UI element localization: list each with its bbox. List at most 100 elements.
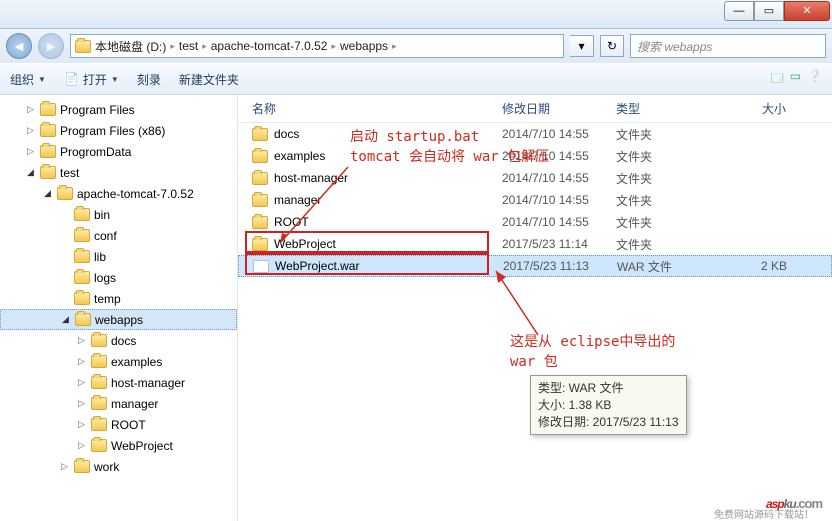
folder-icon xyxy=(57,187,73,200)
file-row[interactable]: ROOT2014/7/10 14:55文件夹 xyxy=(238,211,832,233)
refresh-button[interactable]: ↻ xyxy=(600,35,624,57)
tree-item-test[interactable]: ◢ test xyxy=(0,162,237,183)
annotation-box-webproject-folder xyxy=(245,231,489,253)
tree-label: Program Files (x86) xyxy=(60,124,165,138)
col-type[interactable]: 类型 xyxy=(616,100,724,117)
col-date[interactable]: 修改日期 xyxy=(502,100,616,117)
search-input[interactable]: 搜索 webapps xyxy=(630,34,826,58)
tree-expand-icon[interactable]: ▷ xyxy=(25,125,36,136)
tree-expand-icon[interactable] xyxy=(59,272,70,283)
folder-icon xyxy=(74,250,90,263)
tree-expand-icon[interactable]: ▷ xyxy=(76,398,87,409)
tree-expand-icon[interactable] xyxy=(59,251,70,262)
file-row[interactable]: manager2014/7/10 14:55文件夹 xyxy=(238,189,832,211)
file-type: 文件夹 xyxy=(616,126,724,143)
folder-icon xyxy=(252,172,268,185)
breadcrumb-webapps[interactable]: webapps▸ xyxy=(340,39,397,53)
tree-label: docs xyxy=(111,334,136,348)
tree-expand-icon[interactable]: ◢ xyxy=(25,167,36,178)
tree-expand-icon[interactable]: ▷ xyxy=(76,356,87,367)
folder-icon xyxy=(40,166,56,179)
address-bar[interactable]: 本地磁盘 (D:)▸ test▸ apache-tomcat-7.0.52▸ w… xyxy=(70,34,564,58)
tree-item-webproject[interactable]: ▷WebProject xyxy=(0,435,237,456)
help-button[interactable]: ❔ xyxy=(807,69,822,90)
tree-item-webapps[interactable]: ◢webapps xyxy=(0,309,237,330)
tree-label: bin xyxy=(94,208,110,222)
folder-tree[interactable]: ▷ Program Files ▷ Program Files (x86) ▷ Progr… xyxy=(0,95,238,521)
folder-icon xyxy=(252,150,268,163)
annotation-box-webproject-war xyxy=(245,253,489,275)
nav-back-button[interactable]: ◄ xyxy=(6,33,32,59)
tree-item-apache-tomcat-7-0-52[interactable]: ◢ apache-tomcat-7.0.52 xyxy=(0,183,237,204)
titlebar: — ▭ ✕ xyxy=(0,0,832,29)
folder-icon xyxy=(74,460,90,473)
tree-item-lib[interactable]: lib xyxy=(0,246,237,267)
tree-label: Program Files xyxy=(60,103,135,117)
breadcrumb-tomcat[interactable]: apache-tomcat-7.0.52▸ xyxy=(211,39,336,53)
tree-label: ProgromData xyxy=(60,145,131,159)
file-list-area: 名称 修改日期 类型 大小 docs2014/7/10 14:55文件夹exam… xyxy=(238,95,832,521)
column-headers[interactable]: 名称 修改日期 类型 大小 xyxy=(238,95,832,123)
tree-item-program-files-x86-[interactable]: ▷ Program Files (x86) xyxy=(0,120,237,141)
tree-expand-icon[interactable]: ▷ xyxy=(76,335,87,346)
tree-expand-icon[interactable]: ▷ xyxy=(25,146,36,157)
breadcrumb-test[interactable]: test▸ xyxy=(179,39,207,53)
tree-label: apache-tomcat-7.0.52 xyxy=(77,187,194,201)
window-maximize-button[interactable]: ▭ xyxy=(754,1,784,21)
tree-item-bin[interactable]: bin xyxy=(0,204,237,225)
burn-button[interactable]: 刻录 xyxy=(137,71,161,88)
tree-item-progromdata[interactable]: ▷ ProgromData xyxy=(0,141,237,162)
open-button[interactable]: 📄打开▼ xyxy=(64,71,119,88)
annotation-bottom-text: 这是从 eclipse中导出的 war 包 xyxy=(510,333,675,372)
window-close-button[interactable]: ✕ xyxy=(784,1,830,21)
tree-item-logs[interactable]: logs xyxy=(0,267,237,288)
tree-expand-icon[interactable]: ◢ xyxy=(42,188,53,199)
tooltip-type: 类型: WAR 文件 xyxy=(538,380,679,397)
file-type: 文件夹 xyxy=(616,192,724,209)
tree-expand-icon[interactable] xyxy=(59,293,70,304)
tree-item-examples[interactable]: ▷examples xyxy=(0,351,237,372)
nav-forward-button[interactable]: ► xyxy=(38,33,64,59)
preview-pane-button[interactable]: ▭ xyxy=(790,69,801,90)
folder-icon xyxy=(74,208,90,221)
tree-expand-icon[interactable]: ▷ xyxy=(76,419,87,430)
folder-icon xyxy=(75,313,91,326)
tree-expand-icon[interactable] xyxy=(59,230,70,241)
col-name[interactable]: 名称 xyxy=(252,100,502,117)
folder-icon xyxy=(91,355,107,368)
tree-expand-icon[interactable]: ▷ xyxy=(25,104,36,115)
window-minimize-button[interactable]: — xyxy=(724,1,754,21)
tree-item-conf[interactable]: conf xyxy=(0,225,237,246)
file-type: 文件夹 xyxy=(616,148,724,165)
organize-menu[interactable]: 组织▼ xyxy=(10,71,46,88)
folder-icon xyxy=(74,229,90,242)
file-tooltip: 类型: WAR 文件 大小: 1.38 KB 修改日期: 2017/5/23 1… xyxy=(530,375,687,435)
folder-icon xyxy=(252,216,268,229)
tree-label: host-manager xyxy=(111,376,185,390)
tree-expand-icon[interactable]: ▷ xyxy=(59,461,70,472)
view-mode-button[interactable]: 🗔 xyxy=(771,69,784,90)
tree-item-work[interactable]: ▷work xyxy=(0,456,237,477)
tree-item-root[interactable]: ▷ROOT xyxy=(0,414,237,435)
tree-item-temp[interactable]: temp xyxy=(0,288,237,309)
tree-item-program-files[interactable]: ▷ Program Files xyxy=(0,99,237,120)
tree-expand-icon[interactable]: ◢ xyxy=(60,314,71,325)
address-dropdown-button[interactable]: ▾ xyxy=(570,35,594,57)
col-size[interactable]: 大小 xyxy=(724,100,786,117)
file-size: 2 KB xyxy=(725,259,787,273)
tree-expand-icon[interactable] xyxy=(59,209,70,220)
tree-label: test xyxy=(60,166,79,180)
file-date: 2017/5/23 11:14 xyxy=(502,237,616,251)
new-folder-button[interactable]: 新建文件夹 xyxy=(179,71,239,88)
tree-item-host-manager[interactable]: ▷ host-manager xyxy=(0,372,237,393)
tree-item-docs[interactable]: ▷ docs xyxy=(0,330,237,351)
file-row[interactable]: host-manager2014/7/10 14:55文件夹 xyxy=(238,167,832,189)
tree-label: logs xyxy=(94,271,116,285)
tree-label: lib xyxy=(94,250,106,264)
tree-expand-icon[interactable]: ▷ xyxy=(76,377,87,388)
tree-item-manager[interactable]: ▷manager xyxy=(0,393,237,414)
breadcrumb-drive[interactable]: 本地磁盘 (D:)▸ xyxy=(95,38,175,55)
file-date: 2017/5/23 11:13 xyxy=(503,259,617,273)
tooltip-size: 大小: 1.38 KB xyxy=(538,397,679,414)
tree-expand-icon[interactable]: ▷ xyxy=(76,440,87,451)
